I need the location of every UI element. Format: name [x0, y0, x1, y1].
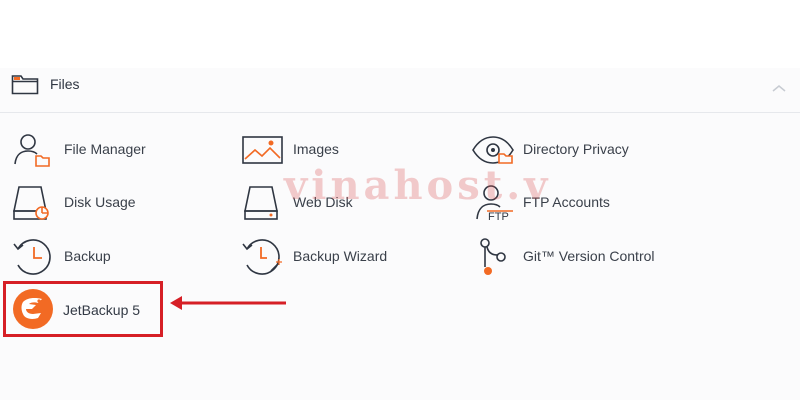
clock-wand-icon — [241, 235, 285, 279]
jetbackup-label[interactable]: JetBackup 5 — [63, 302, 140, 318]
jetbackup-logo-icon[interactable] — [12, 288, 54, 335]
files-panel-header[interactable] — [0, 68, 800, 113]
disk-usage-item[interactable]: Disk Usage — [12, 181, 212, 225]
git-version-control-item[interactable]: Git™ Version Control — [471, 235, 691, 279]
disk-usage-icon — [12, 181, 56, 225]
git-branch-icon — [471, 235, 515, 279]
top-background — [0, 0, 800, 68]
git-version-control-label: Git™ Version Control — [523, 248, 655, 264]
file-manager-item[interactable]: File Manager — [12, 128, 212, 172]
images-label: Images — [293, 141, 339, 157]
backup-wizard-item[interactable]: Backup Wizard — [241, 235, 441, 279]
clock-icon — [12, 235, 56, 279]
watermark-text: vinahost.v — [284, 162, 552, 209]
web-disk-icon — [241, 181, 285, 225]
files-panel — [0, 68, 800, 400]
arrow-left-icon — [168, 293, 290, 318]
svg-text:FTP: FTP — [488, 211, 509, 223]
disk-usage-label: Disk Usage — [64, 194, 136, 210]
folder-icon — [11, 73, 39, 100]
user-folder-icon — [12, 128, 56, 172]
image-icon — [241, 128, 285, 172]
chevron-up-icon[interactable] — [771, 80, 787, 98]
backup-wizard-label: Backup Wizard — [293, 248, 388, 264]
backup-item[interactable]: Backup — [12, 235, 212, 279]
file-manager-label: File Manager — [64, 141, 146, 157]
backup-label: Backup — [64, 248, 111, 264]
section-title: Files — [50, 76, 80, 92]
directory-privacy-label: Directory Privacy — [523, 141, 629, 157]
